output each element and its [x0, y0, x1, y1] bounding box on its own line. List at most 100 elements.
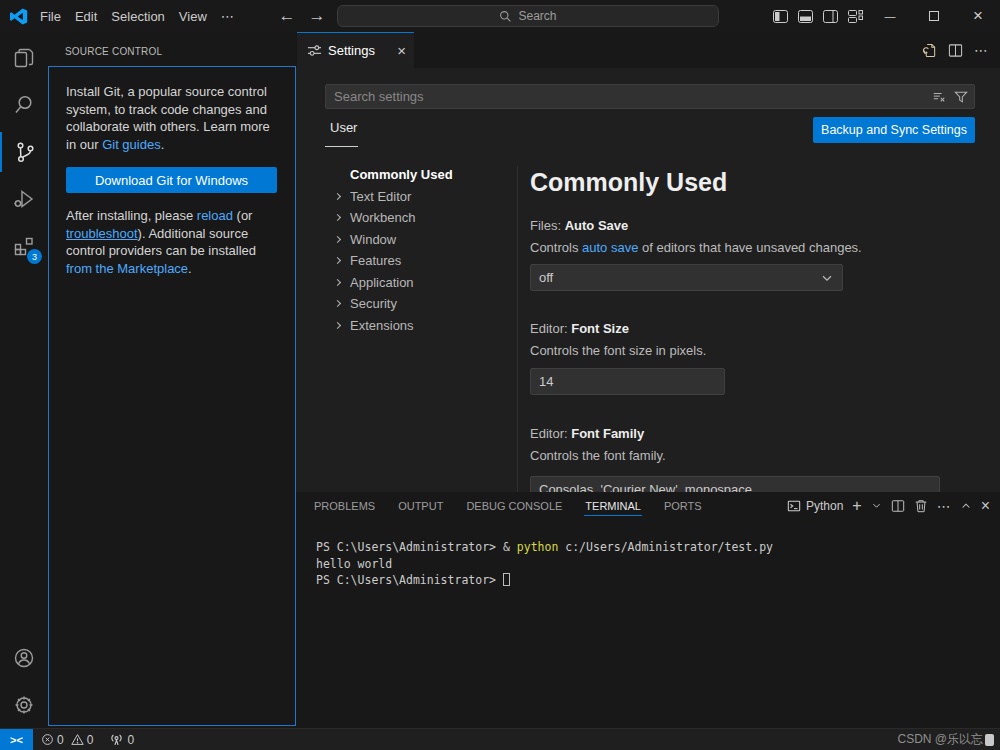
remote-indicator[interactable]: >< — [0, 729, 33, 750]
tab-close-icon[interactable]: × — [397, 42, 406, 59]
settings-gear-icon[interactable] — [0, 685, 48, 725]
panel-tab-terminal[interactable]: TERMINAL — [579, 492, 647, 519]
window-minimize-button[interactable]: — — [868, 0, 912, 32]
nav-forward-icon[interactable]: → — [302, 0, 332, 32]
titlebar-search-box[interactable]: Search — [337, 5, 719, 27]
chevron-down-icon — [820, 271, 834, 285]
terminal-line-3: PS C:\Users\Administrator> — [316, 573, 503, 587]
menu-more[interactable]: ⋯ — [214, 9, 241, 24]
kill-terminal-icon[interactable] — [914, 499, 928, 513]
toc-workbench[interactable]: Workbench — [325, 207, 500, 229]
setting-editor-fontsize-title: Editor: Font Size — [530, 321, 629, 336]
run-debug-icon[interactable] — [0, 179, 48, 219]
panel-tabs: PROBLEMS OUTPUT DEBUG CONSOLE TERMINAL P… — [308, 492, 708, 519]
sidebar-source-control: SOURCE CONTROL Install Git, a popular so… — [48, 32, 296, 728]
toc-text-editor[interactable]: Text Editor — [325, 186, 500, 208]
terminal-icon — [787, 499, 801, 513]
git-guides-link[interactable]: Git guides — [102, 137, 161, 152]
settings-toc: Commonly Used Text Editor Workbench Wind… — [325, 164, 500, 336]
toc-security[interactable]: Security — [325, 293, 500, 315]
terminal-output[interactable]: PS C:\Users\Administrator> & python c:/U… — [316, 539, 773, 589]
errors-icon — [41, 733, 54, 746]
toc-application[interactable]: Application — [325, 272, 500, 294]
sidebar-title: SOURCE CONTROL — [65, 46, 162, 57]
fontsize-input[interactable]: 14 — [530, 368, 725, 395]
toc-features[interactable]: Features — [325, 250, 500, 272]
problems-status[interactable]: 0 0 — [41, 733, 93, 747]
troubleshoot-link[interactable]: troubleshoot — [66, 226, 138, 241]
source-control-icon[interactable] — [0, 132, 48, 172]
status-bar: >< 0 0 0 CSDN @乐以忘 — [0, 728, 1000, 750]
window-maximize-button[interactable] — [912, 0, 956, 32]
toc-commonly-used[interactable]: Commonly Used — [325, 164, 500, 186]
menu-edit[interactable]: Edit — [68, 9, 104, 24]
fontfamily-input[interactable]: Consolas, 'Courier New', monospace — [530, 476, 940, 492]
tab-settings[interactable]: Settings × — [297, 32, 414, 68]
toc-divider — [517, 166, 518, 492]
terminal-shell-select[interactable]: Python — [787, 499, 843, 513]
terminal-dropdown-icon[interactable] — [871, 500, 882, 511]
toggle-secondary-sidebar-icon[interactable] — [818, 0, 843, 32]
search-icon — [499, 10, 512, 23]
scm-welcome-paragraph-2: After installing, please reload (or trou… — [66, 207, 276, 277]
close-panel-icon[interactable]: × — [981, 497, 990, 515]
watermark-glyph — [985, 734, 994, 746]
panel: PROBLEMS OUTPUT DEBUG CONSOLE TERMINAL P… — [296, 492, 1000, 728]
panel-tab-output[interactable]: OUTPUT — [392, 492, 449, 519]
panel-tab-debug-console[interactable]: DEBUG CONSOLE — [460, 492, 568, 519]
menu-view[interactable]: View — [172, 9, 214, 24]
panel-tab-problems[interactable]: PROBLEMS — [308, 492, 381, 519]
terminal-line-2: hello world — [316, 557, 392, 571]
editor-area: Settings × ⋯ User Backup and Sync Settin… — [296, 32, 1000, 492]
activity-bar: 3 — [0, 32, 48, 728]
settings-scope-user-tab[interactable]: User — [330, 120, 357, 135]
menu-bar: File Edit Selection View ⋯ — [33, 0, 241, 32]
setting-files-autosave-title: Files: Auto Save — [530, 218, 628, 233]
marketplace-link[interactable]: from the Marketplace — [66, 261, 188, 276]
setting-editor-fontfamily-desc: Controls the font family. — [530, 448, 666, 463]
toc-window[interactable]: Window — [325, 229, 500, 251]
customize-layout-icon[interactable] — [843, 0, 868, 32]
search-view-icon[interactable] — [0, 85, 48, 125]
csdn-watermark: CSDN @乐以忘 — [897, 731, 994, 748]
split-terminal-icon[interactable] — [891, 499, 905, 513]
setting-editor-fontsize-desc: Controls the font size in pixels. — [530, 343, 706, 358]
settings-sliders-icon — [307, 43, 322, 58]
titlebar-search-label: Search — [518, 9, 556, 23]
account-icon[interactable] — [0, 638, 48, 678]
menu-file[interactable]: File — [33, 9, 68, 24]
autosave-select[interactable]: off — [530, 264, 843, 291]
settings-scope-underline — [325, 146, 358, 147]
settings-body: Commonly Used Files: Auto Save Controls … — [530, 32, 1000, 492]
reload-link[interactable]: reload — [197, 208, 233, 223]
errors-count: 0 — [57, 733, 64, 747]
panel-tab-ports[interactable]: PORTS — [658, 492, 708, 519]
extensions-icon[interactable]: 3 — [0, 226, 48, 266]
maximize-panel-icon[interactable] — [960, 500, 972, 512]
warnings-icon — [71, 733, 84, 746]
ports-count: 0 — [127, 733, 134, 747]
download-git-button[interactable]: Download Git for Windows — [66, 167, 277, 193]
nav-back-icon[interactable]: ← — [272, 0, 302, 32]
vscode-logo-icon — [9, 7, 28, 26]
warnings-count: 0 — [87, 733, 94, 747]
window-close-button[interactable]: × — [956, 0, 1000, 32]
tab-settings-label: Settings — [328, 43, 391, 58]
broadcast-icon — [109, 732, 124, 747]
menu-selection[interactable]: Selection — [104, 9, 171, 24]
explorer-icon[interactable] — [0, 38, 48, 78]
title-bar: File Edit Selection View ⋯ ← → Search — … — [0, 0, 1000, 32]
toc-extensions[interactable]: Extensions — [325, 315, 500, 337]
auto-save-link[interactable]: auto save — [582, 240, 638, 255]
extensions-badge: 3 — [27, 249, 42, 264]
settings-heading: Commonly Used — [530, 168, 727, 197]
terminal-cursor — [503, 573, 510, 586]
panel-more-actions-icon[interactable]: ⋯ — [937, 498, 951, 514]
toggle-panel-icon[interactable] — [793, 0, 818, 32]
new-terminal-icon[interactable]: + — [852, 497, 861, 515]
vscode-window: File Edit Selection View ⋯ ← → Search — … — [0, 0, 1000, 750]
ports-status[interactable]: 0 — [109, 732, 134, 747]
toggle-sidebar-icon[interactable] — [768, 0, 793, 32]
setting-files-autosave-desc: Controls auto save of editors that have … — [530, 240, 862, 255]
scm-welcome-paragraph-1: Install Git, a popular source control sy… — [66, 83, 276, 153]
